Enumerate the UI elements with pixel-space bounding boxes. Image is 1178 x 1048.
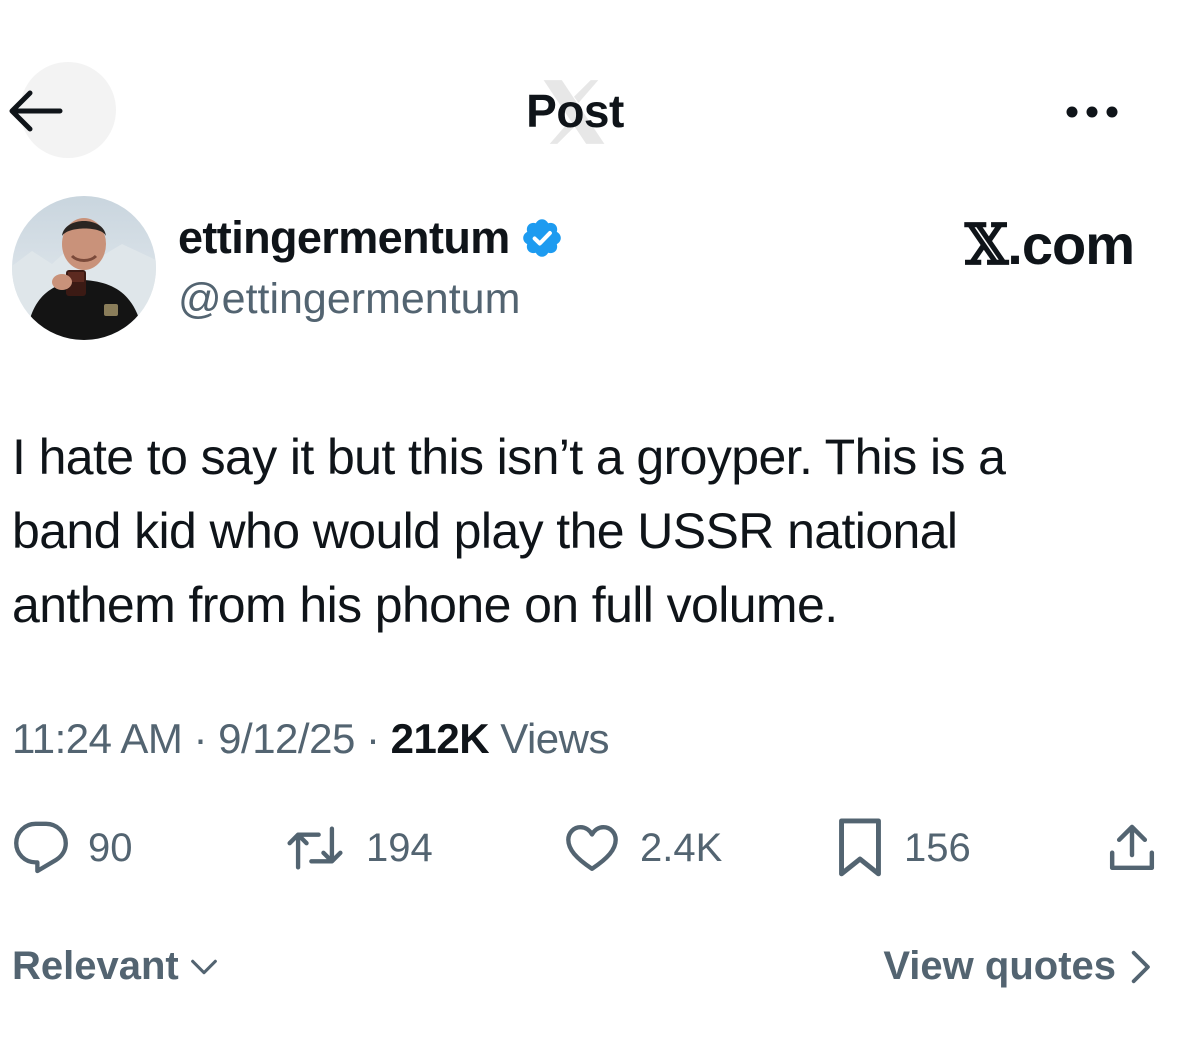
author-handle[interactable]: @ettingermentum: [178, 275, 520, 324]
reply-sort-dropdown[interactable]: Relevant: [12, 944, 221, 989]
bookmark-count: 156: [904, 825, 971, 870]
author-display-name[interactable]: ettingermentum: [178, 212, 510, 264]
reply-sort-label: Relevant: [12, 944, 179, 988]
more-horizontal-icon: [1066, 106, 1118, 118]
bookmark-button[interactable]: 156: [834, 808, 971, 888]
repost-button[interactable]: 194: [282, 808, 433, 888]
more-options-button[interactable]: [1060, 92, 1124, 132]
share-icon: [1109, 824, 1155, 871]
tweet-metadata: 11:24 AM · 9/12/25 · 212K Views: [12, 715, 609, 763]
tweet-date[interactable]: 9/12/25: [218, 715, 355, 762]
author-name-row: ettingermentum: [178, 212, 564, 264]
verified-badge-icon: [522, 219, 561, 257]
chevron-down-icon: [190, 959, 217, 974]
reply-count: 90: [88, 825, 133, 870]
repost-icon: [287, 826, 343, 870]
repost-count: 194: [366, 825, 433, 870]
like-button[interactable]: 2.4K: [562, 808, 722, 888]
bookmark-icon: [839, 818, 881, 877]
tweet-time[interactable]: 11:24 AM: [12, 715, 183, 762]
top-bar: Post: [0, 0, 1178, 160]
views-label: Views: [489, 715, 609, 762]
share-button[interactable]: [1104, 808, 1160, 888]
page-title: Post: [526, 85, 624, 137]
view-quotes-label: View quotes: [883, 944, 1116, 988]
action-bar: 90 194 2.4K 156: [0, 808, 1178, 888]
avatar[interactable]: [12, 196, 156, 340]
site-watermark: 𝕏.com: [964, 212, 1135, 278]
reply-icon: [14, 821, 68, 874]
views-count: 212K: [390, 715, 490, 762]
heart-icon: [566, 825, 618, 871]
meta-separator: ·: [182, 715, 219, 762]
reply-button[interactable]: 90: [12, 808, 133, 888]
watermark-x-glyph: 𝕏: [964, 212, 1008, 278]
view-quotes-link[interactable]: View quotes: [883, 944, 1154, 989]
chevron-right-icon: [1131, 950, 1150, 983]
like-count: 2.4K: [640, 825, 723, 870]
watermark-domain: .com: [1007, 213, 1135, 276]
meta-separator: ·: [354, 715, 391, 762]
tweet-text: I hate to say it but this isn’t a groype…: [12, 429, 1006, 633]
avatar-image: [12, 196, 156, 340]
